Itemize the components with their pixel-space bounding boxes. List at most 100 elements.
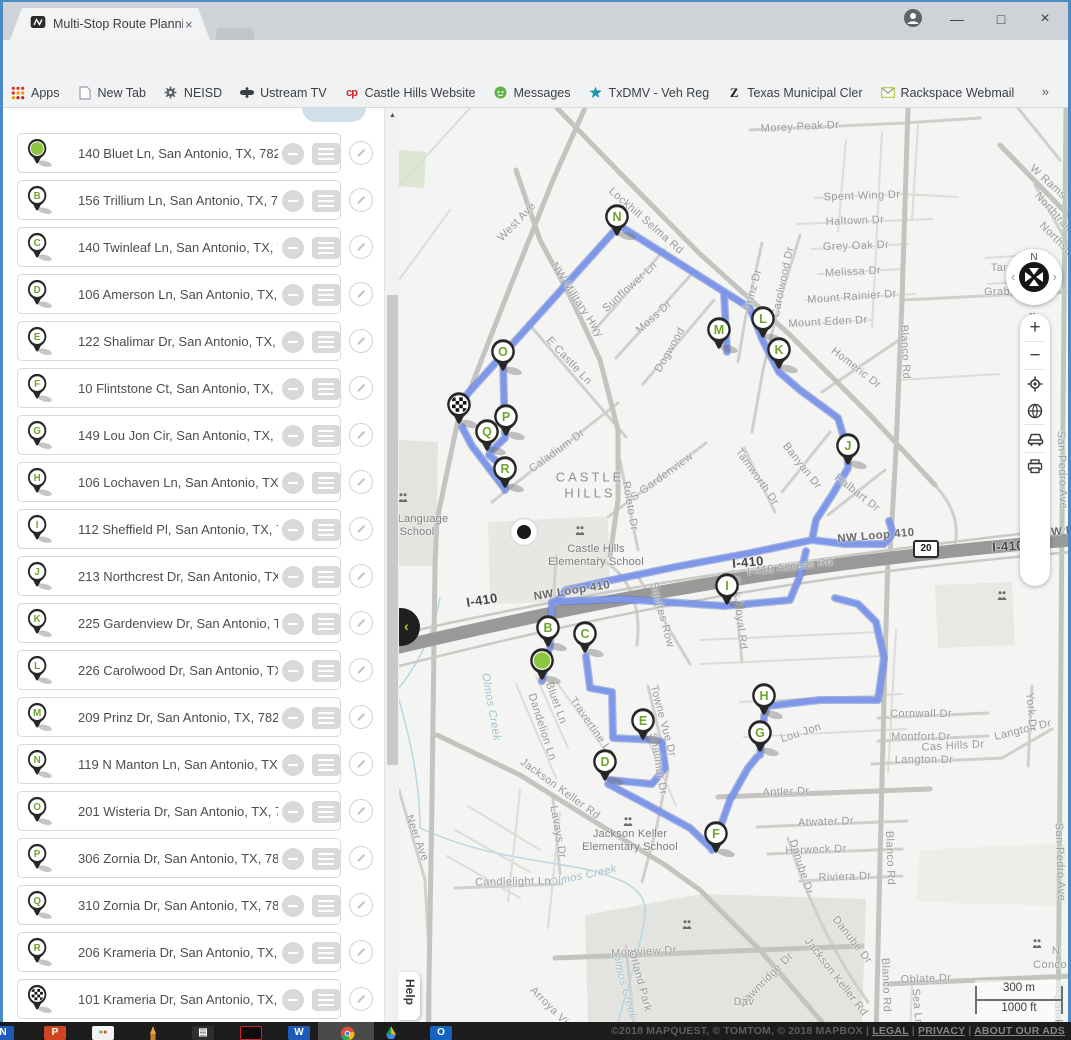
reorder-stop-button[interactable] — [312, 707, 340, 729]
bookmark-castle-hills-website[interactable]: cpCastle Hills Website — [344, 85, 476, 101]
stop-card[interactable]: J213 Northcrest Dr, San Antonio, TX, 7 — [17, 556, 341, 596]
remove-stop-button[interactable] — [282, 707, 304, 729]
maximize-button[interactable]: □ — [979, 11, 1023, 27]
edit-stop-button[interactable] — [349, 235, 373, 259]
stop-card[interactable]: 101 Krameria Dr, San Antonio, TX, 78 — [17, 979, 341, 1019]
edit-stop-button[interactable] — [349, 423, 373, 447]
satellite-layer-icon[interactable] — [1020, 397, 1050, 424]
reorder-stop-button[interactable] — [312, 801, 340, 823]
profile-icon[interactable] — [891, 8, 935, 31]
remove-stop-button[interactable] — [282, 378, 304, 400]
stop-card[interactable]: E122 Shalimar Dr, San Antonio, TX, 78 — [17, 321, 341, 361]
bookmark-new-tab[interactable]: New Tab — [77, 85, 146, 101]
remove-stop-button[interactable] — [282, 331, 304, 353]
bookmark-texas-municipal-cler[interactable]: ZTexas Municipal Cler — [726, 85, 862, 101]
taskbar-app-outlook[interactable]: O — [430, 1026, 452, 1040]
scrollbar-thumb[interactable] — [387, 295, 398, 765]
reorder-stop-button[interactable] — [312, 472, 340, 494]
reorder-stop-button[interactable] — [312, 942, 340, 964]
remove-stop-button[interactable] — [282, 190, 304, 212]
edit-stop-button[interactable] — [349, 611, 373, 635]
attribution-link[interactable]: LEGAL — [872, 1025, 908, 1037]
bookmark-txdmv-veh-reg[interactable]: TxDMV - Veh Reg — [587, 85, 709, 101]
map-marker-J[interactable]: J — [835, 432, 869, 477]
map-marker-D[interactable]: D — [592, 748, 626, 793]
taskbar-app-drive[interactable] — [382, 1026, 404, 1040]
reorder-stop-button[interactable] — [312, 284, 340, 306]
tab-close-icon[interactable]: × — [185, 17, 193, 32]
stop-card[interactable]: K225 Gardenview Dr, San Antonio, TX, — [17, 603, 341, 643]
edit-stop-button[interactable] — [349, 846, 373, 870]
remove-stop-button[interactable] — [282, 284, 304, 306]
map-marker-E[interactable]: E — [630, 707, 664, 752]
new-tab-button[interactable] — [216, 28, 254, 40]
remove-stop-button[interactable] — [282, 519, 304, 541]
edit-stop-button[interactable] — [349, 517, 373, 541]
map-marker-M[interactable]: M — [706, 316, 740, 361]
stop-card[interactable]: D106 Amerson Ln, San Antonio, TX, 78 — [17, 274, 341, 314]
remove-stop-button[interactable] — [282, 566, 304, 588]
edit-stop-button[interactable] — [349, 752, 373, 776]
reorder-stop-button[interactable] — [312, 331, 340, 353]
edit-stop-button[interactable] — [349, 705, 373, 729]
map-canvas[interactable]: Morey Peak DrSpent Wing DrHaltown DrGrey… — [399, 108, 1071, 1022]
stop-card[interactable]: R206 Krameria Dr, San Antonio, TX, 78 — [17, 932, 341, 972]
edit-stop-button[interactable] — [349, 329, 373, 353]
recenter-icon[interactable] — [1019, 262, 1049, 292]
close-button[interactable]: × — [1023, 10, 1067, 28]
stop-card[interactable]: F10 Flintstone Ct, San Antonio, TX, 78 — [17, 368, 341, 408]
taskbar-app-calculator[interactable]: ▤ — [192, 1026, 214, 1040]
reorder-stop-button[interactable] — [312, 566, 340, 588]
stop-card[interactable]: H106 Lochaven Ln, San Antonio, TX, 7 — [17, 462, 341, 502]
map-marker-C[interactable]: C — [572, 620, 606, 665]
compass-control[interactable]: N ‹ › — [1006, 249, 1062, 305]
map-marker-G[interactable]: G — [747, 719, 781, 764]
remove-stop-button[interactable] — [282, 237, 304, 259]
taskbar-app-adobe[interactable] — [240, 1026, 262, 1040]
map-marker-F[interactable]: F — [703, 820, 737, 865]
edit-stop-button[interactable] — [349, 799, 373, 823]
map-marker-I[interactable]: I — [714, 572, 748, 617]
reorder-stop-button[interactable] — [312, 519, 340, 541]
map-marker-start[interactable] — [529, 647, 563, 692]
reorder-stop-button[interactable] — [312, 613, 340, 635]
bookmarks-overflow-icon[interactable]: » — [1042, 84, 1049, 99]
minimize-button[interactable]: — — [935, 11, 979, 27]
attribution-link[interactable]: PRIVACY — [918, 1025, 965, 1037]
edit-stop-button[interactable] — [349, 376, 373, 400]
map-marker-O[interactable]: O — [490, 338, 524, 383]
help-tab[interactable]: Help — [399, 972, 420, 1020]
edit-stop-button[interactable] — [349, 940, 373, 964]
remove-stop-button[interactable] — [282, 895, 304, 917]
reorder-stop-button[interactable] — [312, 143, 340, 165]
stop-card[interactable]: M209 Prinz Dr, San Antonio, TX, 78213 — [17, 697, 341, 737]
bookmark-rackspace-webmail[interactable]: Rackspace Webmail — [880, 85, 1015, 101]
stop-card[interactable]: G149 Lou Jon Cir, San Antonio, TX, 782 — [17, 415, 341, 455]
reorder-stop-button[interactable] — [312, 378, 340, 400]
edit-stop-button[interactable] — [349, 658, 373, 682]
pan-right-icon[interactable]: › — [1053, 269, 1057, 284]
attribution-link[interactable]: ABOUT OUR ADS — [974, 1025, 1065, 1037]
map-marker-N[interactable]: N — [604, 203, 638, 248]
remove-stop-button[interactable] — [282, 472, 304, 494]
stop-card[interactable]: I112 Sheffield Pl, San Antonio, TX, 782 — [17, 509, 341, 549]
taskbar-app-app-dots[interactable]: ●● — [92, 1026, 114, 1040]
remove-stop-button[interactable] — [282, 801, 304, 823]
bookmark-messages[interactable]: Messages — [493, 85, 571, 101]
remove-stop-button[interactable] — [282, 613, 304, 635]
remove-stop-button[interactable] — [282, 754, 304, 776]
stop-card[interactable]: C140 Twinleaf Ln, San Antonio, TX, 78 — [17, 227, 341, 267]
edit-stop-button[interactable] — [349, 188, 373, 212]
stop-card[interactable]: Q310 Zornia Dr, San Antonio, TX, 7821 — [17, 885, 341, 925]
stop-card[interactable]: 140 Bluet Ln, San Antonio, TX, 78213 — [17, 133, 341, 173]
reorder-stop-button[interactable] — [312, 895, 340, 917]
browser-tab[interactable]: Multi-Stop Route Plannin × — [10, 8, 210, 40]
bookmark-neisd[interactable]: NEISD — [163, 85, 222, 101]
taskbar-app-chrome[interactable] — [336, 1026, 358, 1040]
remove-stop-button[interactable] — [282, 660, 304, 682]
reorder-stop-button[interactable] — [312, 660, 340, 682]
pan-left-icon[interactable]: ‹ — [1011, 269, 1015, 284]
remove-stop-button[interactable] — [282, 942, 304, 964]
scrollbar-up-icon[interactable]: ▲ — [385, 112, 400, 119]
edit-stop-button[interactable] — [349, 893, 373, 917]
